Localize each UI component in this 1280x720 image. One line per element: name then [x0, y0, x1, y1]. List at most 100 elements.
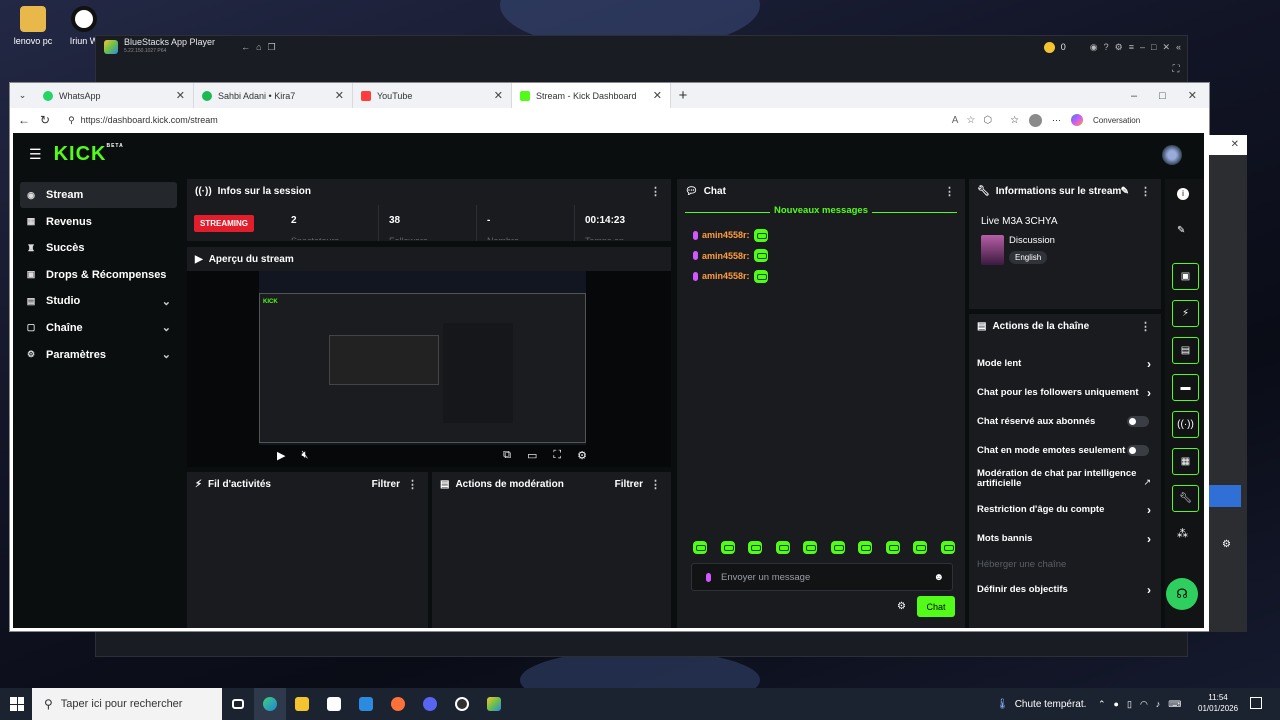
- store-icon[interactable]: [318, 688, 350, 720]
- multi-instance-icon[interactable]: ❐: [268, 42, 276, 53]
- more-options-icon[interactable]: ⋮: [650, 185, 661, 198]
- action-followers-only[interactable]: Chat pour les followers uniquement ›: [977, 386, 1153, 400]
- more-options-icon[interactable]: ⋮: [1140, 185, 1151, 198]
- sidebar-item-revenus[interactable]: ▦ Revenus: [20, 209, 177, 235]
- emote-icon[interactable]: [940, 541, 955, 554]
- chat-input[interactable]: Envoyer un message ☻: [691, 563, 953, 591]
- tab-list-icon[interactable]: ⌄: [10, 83, 35, 108]
- sidebar-item-stream[interactable]: ◉ Stream: [20, 182, 177, 208]
- fullscreen-icon[interactable]: ⛶: [1165, 64, 1187, 75]
- task-view-icon[interactable]: [222, 688, 254, 720]
- close-tab-icon[interactable]: ✕: [176, 89, 185, 102]
- close-tab-icon[interactable]: ✕: [494, 89, 503, 102]
- help-icon[interactable]: ?: [1104, 42, 1109, 52]
- account-icon[interactable]: ◉: [1090, 42, 1098, 53]
- user-avatar[interactable]: [1162, 145, 1182, 165]
- microphone-icon[interactable]: ●: [1114, 699, 1119, 709]
- maximize-icon[interactable]: □: [1151, 42, 1156, 52]
- action-ai-moderation[interactable]: Modération de chat par intelligence arti…: [977, 469, 1137, 489]
- notification-icon[interactable]: [1250, 697, 1262, 709]
- address-bar[interactable]: ⚲ https://dashboard.kick.com/stream A☆⬡: [60, 111, 1001, 129]
- extensions-icon[interactable]: ☆: [1010, 115, 1019, 126]
- stream-info-tool-button[interactable]: 🔧︎: [1172, 485, 1199, 512]
- menu-icon[interactable]: ≡: [1129, 42, 1134, 52]
- close-icon[interactable]: ✕: [1188, 89, 1197, 102]
- desktop-icon-lenovo-pc[interactable]: lenovo pc: [2, 6, 64, 46]
- close-icon[interactable]: ✕: [1162, 42, 1170, 53]
- chat-message[interactable]: amin4558r:: [693, 225, 965, 246]
- filter-button[interactable]: Filtrer: [372, 479, 400, 490]
- volume-icon[interactable]: ♪: [1156, 699, 1161, 709]
- copilot-icon[interactable]: [1071, 114, 1084, 126]
- action-subscribers-only[interactable]: Chat réservé aux abonnés: [977, 416, 1153, 427]
- tab-kick-dashboard[interactable]: Stream - Kick Dashboard ✕: [512, 83, 671, 108]
- info-icon[interactable]: i: [1177, 188, 1189, 200]
- discord-icon[interactable]: [414, 688, 446, 720]
- settings-icon[interactable]: ⚙: [1222, 539, 1231, 550]
- chat-message[interactable]: amin4558r:: [693, 246, 965, 267]
- close-tab-icon[interactable]: ✕: [653, 89, 662, 102]
- chat-settings-icon[interactable]: ⚙: [897, 601, 906, 612]
- chat-message[interactable]: amin4558r:: [693, 266, 965, 287]
- filter-button[interactable]: Filtrer: [615, 479, 643, 490]
- theater-icon[interactable]: ▭: [527, 449, 537, 462]
- chevron-up-icon[interactable]: ⌃: [1098, 699, 1106, 710]
- home-icon[interactable]: ⌂: [256, 42, 261, 52]
- emote-icon[interactable]: [775, 541, 790, 554]
- video-player[interactable]: KICK ▶ 🔇︎ ⧉ ▭ ⛶ ⚙: [187, 271, 671, 467]
- bluestacks-icon[interactable]: [478, 688, 510, 720]
- play-icon[interactable]: ▶: [277, 449, 285, 462]
- windows-start-icon[interactable]: [10, 697, 24, 711]
- sidebar-item-succes[interactable]: ♜ Succès: [20, 235, 177, 261]
- more-options-icon[interactable]: ⋮: [650, 478, 661, 491]
- emote-icon[interactable]: [885, 541, 900, 554]
- reload-icon[interactable]: ↻: [40, 113, 50, 127]
- add-widget-icon[interactable]: ⁂: [1177, 527, 1188, 540]
- mail-icon[interactable]: [350, 688, 382, 720]
- profile-icon[interactable]: [1029, 113, 1043, 127]
- action-set-goals[interactable]: Définir des objectifs ›: [977, 583, 1153, 597]
- edge-icon[interactable]: [254, 688, 286, 720]
- chat-tool-button[interactable]: ▬: [1172, 374, 1199, 401]
- hamburger-menu-icon[interactable]: ☰: [29, 146, 42, 163]
- layout-tool-button[interactable]: ▣: [1172, 263, 1199, 290]
- pip-icon[interactable]: ⧉: [503, 449, 511, 462]
- keyboard-icon[interactable]: ⌨: [1168, 699, 1181, 710]
- broadcast-tool-button[interactable]: ((·)): [1172, 411, 1199, 438]
- wifi-icon[interactable]: ◠: [1140, 699, 1148, 710]
- action-slow-mode[interactable]: Mode lent ›: [977, 357, 1153, 371]
- emote-icon[interactable]: [748, 541, 762, 554]
- quick-action-button[interactable]: ⚡︎: [1172, 300, 1199, 327]
- emoji-icon[interactable]: ☻: [933, 572, 944, 583]
- external-link-icon[interactable]: ↗: [1143, 477, 1151, 488]
- more-options-icon[interactable]: ⋮: [1140, 320, 1151, 333]
- conversation-button[interactable]: Conversation: [1093, 116, 1140, 125]
- tab-youtube[interactable]: YouTube ✕: [353, 83, 512, 108]
- site-info-icon[interactable]: ⚲: [68, 115, 75, 126]
- toolbar-actions-icon[interactable]: A☆⬡: [952, 115, 1000, 126]
- notes-button[interactable]: ▤: [1172, 337, 1199, 364]
- emote-icon[interactable]: [858, 541, 872, 554]
- weather-widget[interactable]: 🌡︎ Chute températ.: [996, 688, 1086, 720]
- action-banned-words[interactable]: Mots bannis ›: [977, 532, 1153, 546]
- file-explorer-icon[interactable]: [286, 688, 318, 720]
- action-emotes-only[interactable]: Chat en mode emotes seulement: [977, 445, 1153, 456]
- sidebar-item-studio[interactable]: ▤ Studio ⌄: [20, 288, 177, 314]
- emote-icon[interactable]: [913, 541, 927, 554]
- edit-icon[interactable]: ✎: [1177, 225, 1185, 236]
- new-tab-button[interactable]: +: [671, 83, 695, 108]
- close-icon[interactable]: ✕: [1209, 135, 1247, 155]
- taskbar-search[interactable]: ⚲ Taper ici pour rechercher: [32, 688, 222, 720]
- more-icon[interactable]: ⋯: [1052, 115, 1061, 126]
- moderation-tool-button[interactable]: ▦: [1172, 448, 1199, 475]
- settings-icon[interactable]: ⚙: [1115, 42, 1123, 53]
- minimize-icon[interactable]: –: [1131, 90, 1137, 102]
- send-chat-button[interactable]: Chat: [917, 596, 955, 617]
- more-options-icon[interactable]: ⋮: [944, 185, 955, 198]
- collapse-sidebar-icon[interactable]: «: [1176, 42, 1181, 52]
- maximize-icon[interactable]: □: [1159, 90, 1166, 102]
- sidebar-item-chaine[interactable]: ▢ Chaîne ⌄: [20, 315, 177, 341]
- subscribers-only-toggle[interactable]: [1127, 416, 1149, 427]
- emotes-only-toggle[interactable]: [1127, 445, 1149, 456]
- kick-logo[interactable]: KICKBETA: [54, 143, 124, 166]
